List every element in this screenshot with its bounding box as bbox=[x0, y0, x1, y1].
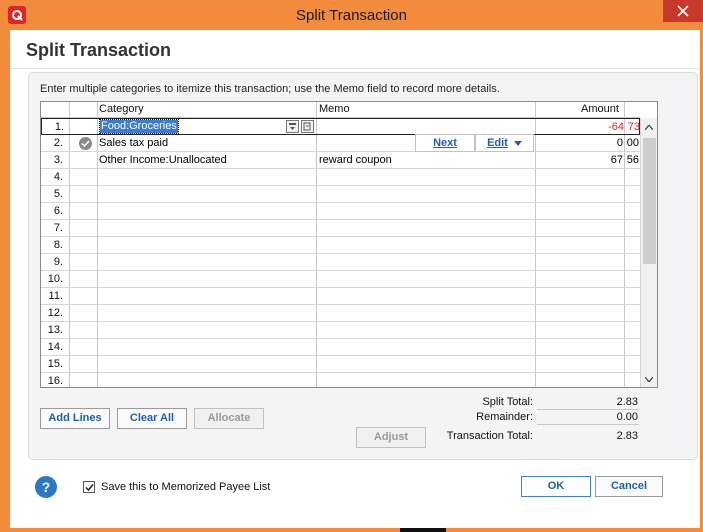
scroll-up-button[interactable] bbox=[641, 120, 657, 136]
column-header-memo: Memo bbox=[319, 103, 350, 115]
table-row[interactable]: 3. Other Income:Unallocated reward coupo… bbox=[41, 152, 640, 169]
row-memo[interactable]: reward coupon bbox=[319, 154, 392, 166]
transaction-total-value: 2.83 bbox=[616, 430, 638, 442]
help-icon[interactable]: ? bbox=[35, 476, 57, 498]
table-row[interactable]: 4. bbox=[41, 169, 640, 186]
row-number: 11. bbox=[48, 290, 63, 302]
totals-divider bbox=[537, 409, 639, 410]
grid-scrollbar[interactable] bbox=[640, 118, 657, 387]
category-list-button[interactable] bbox=[286, 120, 299, 133]
amount-dollars[interactable]: -64 bbox=[536, 121, 624, 133]
row-number: 7. bbox=[53, 222, 63, 234]
memorize-payee-checkbox[interactable] bbox=[83, 481, 95, 493]
check-circle-icon bbox=[79, 137, 92, 150]
category-edit-button[interactable] bbox=[301, 120, 314, 133]
next-button[interactable]: Next bbox=[415, 134, 475, 152]
table-row[interactable]: 1. Food:Groceries -64 73 bbox=[41, 118, 640, 135]
memorize-payee-label[interactable]: Save this to Memorized Payee List bbox=[101, 481, 270, 493]
table-row[interactable]: 15. bbox=[41, 356, 640, 373]
close-button[interactable] bbox=[663, 0, 703, 22]
table-row[interactable]: 7. bbox=[41, 220, 640, 237]
allocate-button[interactable]: Allocate bbox=[194, 408, 264, 429]
window-title: Split Transaction bbox=[296, 7, 407, 24]
table-row[interactable]: 2. Sales tax paid Next Edit 0 00 bbox=[41, 134, 640, 152]
totals-divider bbox=[537, 424, 639, 425]
split-total-value: 2.83 bbox=[616, 396, 638, 408]
row-number: 16. bbox=[47, 375, 63, 387]
remainder-value: 0.00 bbox=[616, 411, 638, 423]
scroll-down-button[interactable] bbox=[641, 372, 657, 387]
row-number: 12. bbox=[47, 307, 63, 319]
table-row[interactable]: 11. bbox=[41, 288, 640, 305]
list-icon bbox=[289, 123, 296, 130]
edit-category-icon bbox=[303, 122, 311, 131]
close-icon bbox=[677, 5, 689, 17]
table-row[interactable]: 16. bbox=[41, 373, 640, 387]
table-row[interactable]: 5. bbox=[41, 186, 640, 203]
row-category[interactable]: Sales tax paid bbox=[99, 137, 168, 149]
ok-button[interactable]: OK bbox=[521, 476, 591, 497]
instructions-text: Enter multiple categories to itemize thi… bbox=[40, 83, 500, 95]
row-category[interactable]: Other Income:Unallocated bbox=[99, 154, 227, 166]
grid-header: Category Memo Amount bbox=[41, 102, 640, 118]
dialog-heading: Split Transaction bbox=[26, 40, 172, 60]
row-number: 15. bbox=[47, 358, 63, 370]
table-row[interactable]: 14. bbox=[41, 339, 640, 356]
row-number: 8. bbox=[53, 239, 63, 251]
chevron-down-icon bbox=[513, 141, 522, 146]
amount-cents[interactable]: 73 bbox=[626, 121, 640, 133]
edit-button[interactable]: Edit bbox=[475, 134, 534, 152]
row-number: 14. bbox=[47, 341, 63, 353]
row-number: 10. bbox=[47, 273, 63, 285]
split-transaction-window: Split Transaction Split Transaction Ente… bbox=[0, 0, 703, 532]
amount-cents[interactable]: 56 bbox=[625, 154, 639, 166]
add-lines-button[interactable]: Add Lines bbox=[40, 408, 110, 429]
column-header-category: Category bbox=[99, 103, 144, 115]
scroll-thumb[interactable] bbox=[643, 138, 656, 264]
row-number: 9. bbox=[53, 256, 63, 268]
cancel-button[interactable]: Cancel bbox=[595, 476, 663, 497]
table-row[interactable]: 8. bbox=[41, 237, 640, 254]
row-number: 13. bbox=[47, 324, 63, 336]
column-header-amount: Amount bbox=[581, 103, 619, 115]
category-input[interactable]: Food:Groceries bbox=[99, 119, 179, 134]
row-number: 1. bbox=[54, 121, 64, 133]
split-grid: Category Memo Amount 1. Food:Groceries -… bbox=[40, 101, 658, 388]
table-row[interactable]: 9. bbox=[41, 254, 640, 271]
row-number: 6. bbox=[53, 205, 63, 217]
heading-divider bbox=[10, 68, 700, 69]
amount-dollars[interactable]: 0 bbox=[535, 137, 623, 149]
title-bar[interactable]: Split Transaction bbox=[0, 0, 703, 30]
row-number: 2. bbox=[53, 137, 63, 149]
clear-all-button[interactable]: Clear All bbox=[117, 408, 187, 429]
table-row[interactable]: 12. bbox=[41, 305, 640, 322]
chevron-down-icon bbox=[645, 377, 653, 382]
row-number: 5. bbox=[53, 188, 63, 200]
transaction-total-label: Transaction Total: bbox=[446, 430, 533, 442]
row-number: 3. bbox=[53, 154, 63, 166]
split-total-label: Split Total: bbox=[482, 396, 533, 408]
remainder-label: Remainder: bbox=[476, 411, 533, 423]
amount-dollars[interactable]: 67 bbox=[535, 154, 623, 166]
table-row[interactable]: 6. bbox=[41, 203, 640, 220]
taskbar-edge bbox=[400, 528, 446, 532]
table-row[interactable]: 13. bbox=[41, 322, 640, 339]
amount-cents[interactable]: 00 bbox=[625, 137, 639, 149]
table-row[interactable]: 10. bbox=[41, 271, 640, 288]
row-number: 4. bbox=[53, 171, 63, 183]
chevron-up-icon bbox=[645, 125, 653, 130]
checkmark-icon bbox=[85, 484, 94, 492]
